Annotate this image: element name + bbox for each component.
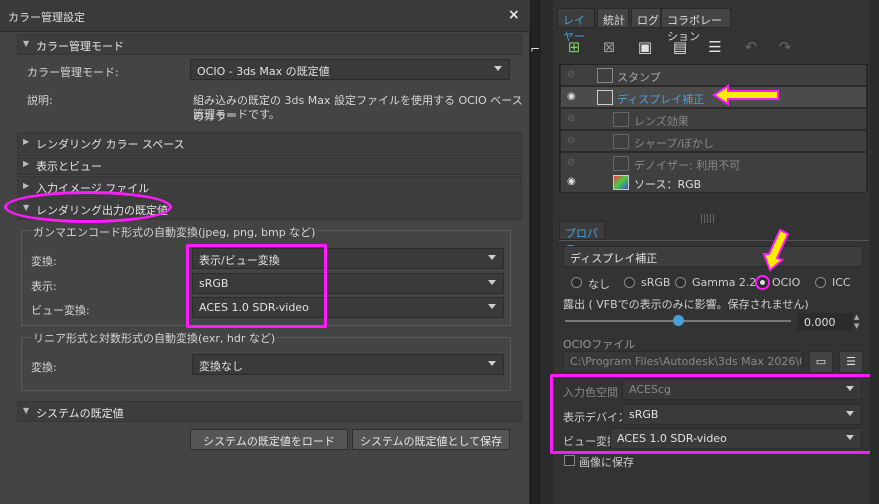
layer-name-field[interactable]: ディスプレイ補正 — [563, 246, 863, 267]
load-icon[interactable]: ▤ — [669, 38, 691, 58]
caret-down-icon — [488, 255, 496, 260]
ocio-file-path[interactable]: C:\Program Files\Autodesk\3ds Max 2026\C… — [563, 351, 803, 373]
description-label: 説明: — [27, 94, 53, 107]
radio-icc[interactable] — [815, 277, 826, 288]
radio-ocio-label: OCIO — [772, 276, 801, 289]
cursor-icon: ⌐ — [530, 42, 541, 56]
chevron-right-icon: ▶ — [23, 137, 30, 146]
folder-icon[interactable]: ▭ — [809, 351, 833, 373]
section-display-view[interactable]: ▶ 表示とビュー — [17, 154, 522, 175]
eye-icon[interactable]: ◉ — [567, 176, 576, 187]
view-transform-label: ビュー変換: — [31, 304, 90, 317]
curve-icon — [597, 90, 613, 105]
section-rendering-space[interactable]: ▶ レンダリング カラー スペース — [17, 132, 522, 153]
tab-properties[interactable]: プロパティ — [559, 221, 605, 256]
eye-icon[interactable]: ◉ — [567, 91, 576, 102]
highlight-box — [186, 244, 327, 328]
eye-off-icon[interactable]: ⊘ — [567, 135, 575, 146]
gamma-group-title: ガンマエンコード形式の自動変換(jpeg, png, bmp など) — [31, 224, 318, 240]
annotation-arrow-icon — [762, 228, 790, 272]
transform-label: 変換: — [31, 255, 57, 268]
chevron-right-icon: ▶ — [23, 159, 30, 168]
denoiser-icon — [613, 156, 629, 171]
load-system-defaults-button[interactable]: システムの既定値をロード — [190, 429, 348, 450]
linear-group-title: リニア形式と対数形式の自動変換(exr, hdr など) — [31, 330, 278, 346]
list-icon[interactable]: ☰ — [704, 38, 726, 58]
tab-stats[interactable]: 統計 — [597, 8, 629, 28]
eye-off-icon[interactable]: ⊘ — [567, 157, 575, 168]
radio-srgb-label: sRGB — [641, 276, 671, 289]
chevron-right-icon: ▶ — [23, 181, 30, 190]
dialog-title: カラー管理設定 — [8, 11, 85, 24]
highlight-ellipse — [4, 191, 172, 223]
spinner-icon[interactable]: ▲ ▼ — [854, 313, 863, 331]
display-label: 表示: — [31, 280, 57, 293]
chevron-down-icon: ▼ — [23, 406, 30, 415]
caret-down-icon — [494, 66, 502, 71]
divider — [559, 240, 869, 241]
rgb-icon — [613, 175, 629, 190]
redo-icon[interactable]: ↷ — [774, 38, 796, 58]
exposure-slider-thumb[interactable] — [673, 315, 684, 326]
close-icon[interactable]: × — [508, 7, 520, 23]
resize-grip[interactable]: ||||| — [700, 214, 730, 224]
save-system-defaults-button[interactable]: システムの既定値として保存 — [352, 429, 510, 450]
layer-row[interactable]: ◉ ソース：RGB — [561, 172, 866, 193]
radio-none[interactable] — [571, 277, 582, 288]
undo-icon[interactable]: ↶ — [740, 38, 762, 58]
chevron-down-icon: ▼ — [23, 39, 30, 48]
color-management-dialog: カラー管理設定 × ▼ カラー管理モード カラー管理モード: OCIO - 3d… — [0, 0, 530, 504]
dialog-titlebar: カラー管理設定 × — [0, 0, 530, 32]
list-icon[interactable]: ☰ — [839, 351, 863, 373]
mode-dropdown[interactable]: OCIO - 3ds Max の既定値 — [190, 59, 510, 80]
highlight-box — [550, 374, 876, 454]
sharpen-icon — [613, 134, 629, 149]
radio-ocio[interactable] — [755, 275, 770, 290]
eye-off-icon[interactable]: ⊘ — [567, 113, 575, 124]
linear-transform-dropdown[interactable]: 変換なし — [192, 354, 504, 375]
radio-gamma[interactable] — [675, 277, 686, 288]
panel-scrollbar[interactable] — [870, 0, 879, 504]
layer-row[interactable]: ⊘ レンズ効果 — [561, 109, 866, 130]
section-color-mode[interactable]: ▼ カラー管理モード — [17, 34, 522, 55]
lens-icon — [613, 112, 629, 127]
caret-down-icon — [488, 361, 496, 366]
linear-transform-label: 変換: — [31, 361, 57, 374]
layer-row[interactable]: ⊘ シャープ/ぼかし — [561, 131, 866, 152]
tab-layers[interactable]: レイヤー — [557, 8, 595, 43]
layer-row[interactable]: ⊘ スタンプ — [561, 65, 866, 86]
stamp-icon — [597, 68, 613, 83]
caret-down-icon — [488, 280, 496, 285]
save-to-image-checkbox[interactable] — [564, 455, 575, 466]
radio-none-label: なし — [588, 278, 610, 291]
caret-down-icon — [488, 304, 496, 309]
exposure-label: 露出 ( VFBでの表示のみに影響。保存されません) — [563, 298, 809, 311]
save-icon[interactable]: ▣ — [634, 38, 656, 58]
section-system-defaults[interactable]: ▼ システムの既定値 — [17, 401, 522, 422]
eye-off-icon[interactable]: ⊘ — [567, 69, 575, 80]
radio-gamma-label: Gamma 2.2 — [692, 276, 757, 289]
radio-srgb[interactable] — [624, 277, 635, 288]
ocio-file-label: OCIOファイル — [563, 338, 636, 351]
annotation-arrow-icon — [712, 84, 779, 106]
tab-collaboration[interactable]: コラボレーション — [661, 8, 731, 43]
radio-icc-label: ICC — [832, 276, 851, 289]
layer-row[interactable]: ⊘ デノイザー: 利用不可 — [561, 153, 866, 174]
delete-layer-icon[interactable]: ⊠ — [598, 38, 620, 58]
mode-label: カラー管理モード: — [27, 66, 119, 79]
add-layer-icon[interactable]: ⊞ — [563, 38, 585, 58]
save-to-image-label: 画像に保存 — [579, 456, 634, 469]
exposure-value-field[interactable]: 0.000 — [797, 313, 853, 331]
tab-log[interactable]: ログ — [631, 8, 661, 28]
description-text-2: 管理モードです。 — [193, 108, 280, 121]
